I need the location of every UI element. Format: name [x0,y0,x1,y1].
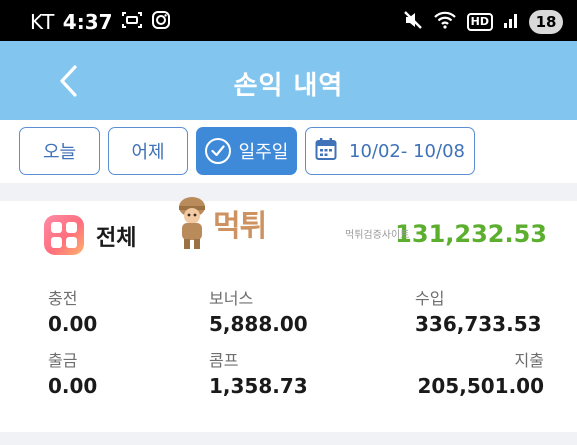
status-bar: KT 4:37 HD 18 [0,0,577,41]
stat-income-label: 수입 [415,289,445,308]
stat-deposit: 충전 0.00 [48,285,97,336]
bottom-divider [0,432,577,445]
filter-yesterday-label: 어제 [131,142,165,163]
stat-income-value: 336,733.53 [415,312,542,336]
date-range-label: 10/02- 10/08 [349,140,465,162]
wifi-icon [433,10,457,34]
filter-week-button[interactable]: 일주일 [196,127,297,175]
stat-expense-label: 지출 [514,351,544,370]
app-header: 손익 내역 [0,41,577,120]
stat-expense-value: 205,501.00 [417,374,544,398]
screen-record-icon [121,10,143,35]
page-title: 손익 내역 [233,71,344,101]
check-circle-icon [204,138,231,164]
stat-withdraw-value: 0.00 [48,374,98,398]
status-right: HD 18 [403,9,563,35]
stat-comp-label: 콤프 [209,351,239,370]
total-value: 131,232.53 [395,220,547,248]
calendar-icon [315,137,337,166]
stat-bonus-label: 보너스 [209,289,254,308]
date-range-picker[interactable]: 10/02- 10/08 [305,127,475,175]
total-label: 전체 [96,226,137,251]
filter-yesterday-button[interactable]: 어제 [108,127,188,175]
stat-comp-value: 1,358.73 [209,374,308,398]
stat-deposit-label: 충전 [48,289,78,308]
section-divider [0,183,577,201]
hd-voice-badge: HD [466,13,493,31]
clock: 4:37 [62,10,113,34]
battery-level: 18 [529,10,563,34]
total-summary-row: 전체 131,232.53 [0,201,577,267]
mute-icon [403,10,423,34]
instagram-icon [151,10,171,35]
filter-today-button[interactable]: 오늘 [19,127,100,175]
stat-deposit-value: 0.00 [48,312,98,336]
stat-withdraw: 출금 0.00 [48,347,97,398]
stat-bonus: 보너스 5,888.00 [209,285,308,336]
stat-bonus-value: 5,888.00 [209,312,308,336]
carrier-label: KT [30,10,55,34]
status-left: KT 4:37 [30,9,171,35]
stat-income: 수입 336,733.53 [415,285,542,336]
stat-comp: 콤프 1,358.73 [209,347,308,398]
grid-icon [44,215,84,255]
filter-week-label: 일주일 [238,142,289,163]
stats-grid: 충전 0.00 보너스 5,888.00 수입 336,733.53 출금 0.… [0,267,577,432]
stat-withdraw-label: 출금 [48,351,78,370]
filter-today-label: 오늘 [42,142,77,163]
signal-icon [503,11,519,33]
date-filter-bar: 오늘 어제 일주일 10/02- 10/08 [0,120,577,183]
stat-expense: 지출 205,501.00 [417,347,544,398]
